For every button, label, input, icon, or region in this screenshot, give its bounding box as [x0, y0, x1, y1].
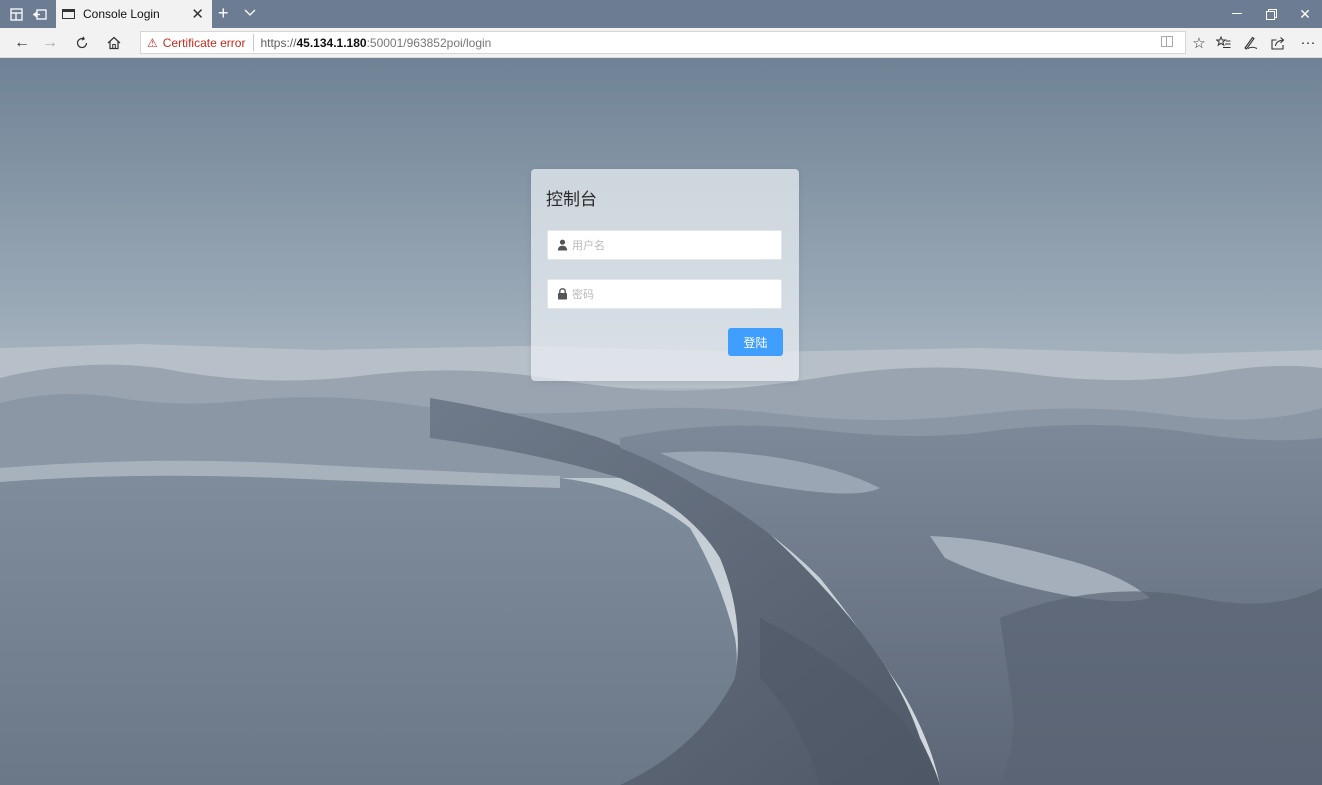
close-tab-icon[interactable]: ✕ [191, 5, 204, 23]
favorites-list-icon[interactable] [1209, 28, 1237, 57]
restore-icon[interactable] [1254, 0, 1288, 28]
page-icon [62, 9, 75, 19]
console-title: 控制台 [546, 190, 597, 210]
username-field[interactable] [547, 230, 782, 260]
login-button[interactable]: 登陆 [728, 328, 783, 356]
password-field[interactable] [547, 279, 782, 309]
username-input[interactable] [572, 231, 777, 259]
tab-bar: Console Login ✕ + ✕ [0, 0, 1322, 28]
warning-icon: ⚠ [147, 35, 158, 50]
certificate-error-badge[interactable]: ⚠ Certificate error [141, 34, 255, 51]
tab-preview-icon[interactable] [4, 0, 28, 28]
back-arrow-icon[interactable]: ← [8, 28, 36, 57]
url-path: :50001/963852poi/login [366, 35, 492, 50]
tab-title: Console Login [83, 7, 160, 21]
mountain-lake-background [0, 58, 1322, 785]
home-icon[interactable] [100, 28, 128, 57]
reading-view-icon[interactable] [1161, 36, 1173, 47]
password-input[interactable] [572, 280, 777, 308]
url-host: 45.134.1.180 [296, 35, 367, 50]
web-note-pen-icon[interactable] [1236, 28, 1264, 57]
minimize-icon[interactable] [1220, 0, 1254, 28]
chevron-down-icon[interactable] [244, 4, 256, 20]
new-tab-icon[interactable]: + [218, 3, 229, 24]
url-scheme: https:// [260, 35, 297, 50]
page-content: 控制台 登陆 [0, 58, 1322, 785]
tab-console-login[interactable]: Console Login ✕ [56, 0, 212, 28]
lock-icon [558, 288, 567, 300]
more-ellipsis-icon[interactable]: ··· [1294, 28, 1322, 57]
address-bar: ← → ⚠ Certificate error https://45.134.1… [0, 28, 1322, 58]
close-window-icon[interactable]: ✕ [1288, 0, 1322, 28]
url-field[interactable]: ⚠ Certificate error https://45.134.1.180… [140, 31, 1186, 54]
certificate-error-label: Certificate error [162, 35, 246, 50]
forward-arrow-icon[interactable]: → [36, 28, 64, 57]
user-icon [557, 239, 568, 251]
share-icon[interactable] [1264, 28, 1292, 57]
refresh-icon[interactable] [68, 28, 96, 57]
login-panel: 控制台 登陆 [531, 169, 799, 381]
url-text[interactable]: https://45.134.1.180:50001/963852poi/log… [254, 36, 491, 50]
set-aside-tabs-icon[interactable] [28, 0, 52, 28]
